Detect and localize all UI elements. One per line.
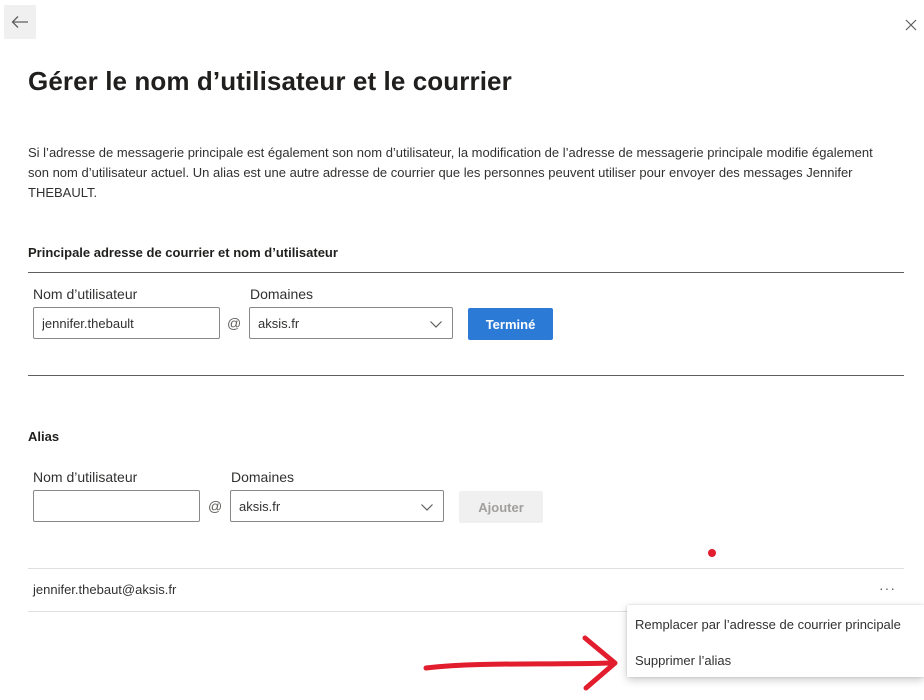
done-button[interactable]: Terminé [468, 308, 553, 340]
primary-at-sign: @ [227, 315, 242, 331]
primary-domain-value: aksis.fr [258, 315, 300, 331]
back-arrow-icon [11, 16, 28, 28]
alias-domain-select[interactable]: aksis.fr [230, 490, 444, 522]
close-icon [905, 19, 917, 31]
chevron-down-icon [430, 321, 442, 328]
section-divider [28, 375, 904, 376]
page-title: Gérer le nom d’utilisateur et le courrie… [28, 66, 512, 96]
back-button[interactable] [4, 5, 36, 39]
annotation-arrow [423, 635, 618, 691]
alias-domain-value: aksis.fr [239, 498, 281, 514]
primary-domain-select[interactable]: aksis.fr [249, 307, 453, 339]
alias-username-label: Nom d’utilisateur [33, 469, 138, 485]
annotation-dot [708, 549, 716, 557]
primary-domains-label: Domaines [250, 286, 314, 302]
primary-username-label: Nom d’utilisateur [33, 286, 138, 302]
alias-email: jennifer.thebaut@aksis.fr [33, 582, 177, 597]
primary-username-input[interactable] [33, 307, 220, 339]
menu-item-replace-primary[interactable]: Remplacer par l’adresse de courrier prin… [635, 617, 901, 632]
alias-list-bottom-divider [28, 611, 628, 612]
menu-item-delete-alias[interactable]: Supprimer l’alias [635, 653, 731, 668]
alias-domains-label: Domaines [231, 469, 295, 485]
alias-at-sign: @ [208, 498, 223, 514]
description: Si l’adresse de messagerie principale es… [28, 145, 873, 200]
add-button[interactable]: Ajouter [459, 491, 543, 523]
close-button[interactable] [900, 12, 922, 38]
chevron-down-icon [421, 504, 433, 511]
primary-section-title: Principale adresse de courrier et nom d’… [28, 245, 338, 260]
primary-divider [28, 272, 904, 273]
alias-username-input[interactable] [33, 490, 200, 522]
alias-section-title: Alias [28, 429, 60, 444]
context-menu: Remplacer par l’adresse de courrier prin… [627, 605, 924, 677]
more-options-icon[interactable]: ··· [879, 580, 896, 596]
